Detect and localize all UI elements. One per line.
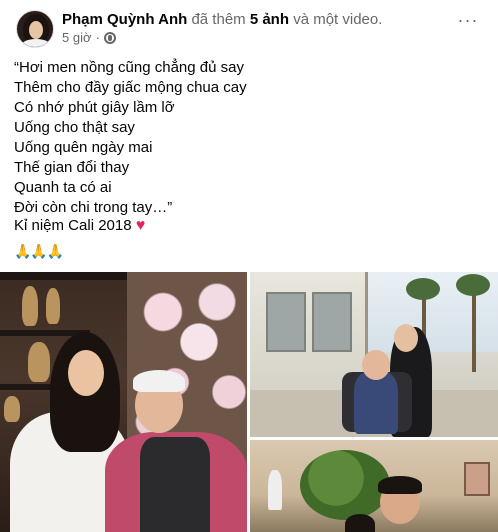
poem-line: Đời còn chi trong tay…”	[14, 199, 173, 216]
poem-line: Thêm cho đầy giấc mộng chua cay	[14, 79, 247, 96]
post-meta: 5 giờ ·	[62, 30, 116, 45]
facebook-post: Phạm Quỳnh Anh đã thêm 5 ảnh và một vide…	[0, 0, 498, 532]
photo-grid	[0, 272, 498, 532]
post-header: Phạm Quỳnh Anh đã thêm 5 ảnh và một vide…	[14, 8, 488, 48]
photo-1[interactable]	[0, 272, 247, 532]
globe-icon[interactable]	[103, 31, 116, 44]
action-prefix: đã thêm	[191, 11, 246, 28]
poem-line: Quanh ta có ai	[14, 179, 112, 196]
post-title-line: Phạm Quỳnh Anh đã thêm 5 ảnh và một vide…	[62, 11, 382, 28]
heart-icon: ♥	[135, 217, 146, 234]
more-options-button[interactable]: ···	[454, 11, 482, 34]
poem-line: Thế gian đổi thay	[14, 159, 130, 176]
poem-line: Uống quên ngày mai	[14, 139, 153, 156]
action-suffix: và một video.	[293, 11, 383, 28]
post-action: đã thêm 5 ảnh và một video.	[191, 11, 382, 28]
pray-emoji: 🙏🙏🙏	[14, 243, 64, 259]
memory-line: Kỉ niệm Cali 2018 ♥	[14, 216, 145, 236]
post-time[interactable]: 5 giờ	[62, 30, 92, 45]
meta-separator: ·	[95, 30, 100, 45]
poem-line: “Hơi men nồng cũng chẳng đủ say	[14, 59, 244, 76]
author-name[interactable]: Phạm Quỳnh Anh	[62, 11, 187, 28]
poem-line: Có nhớ phút giây lầm lỡ	[14, 99, 175, 116]
poem-line: Uống cho thật say	[14, 119, 135, 136]
action-count[interactable]: 5 ảnh	[250, 11, 289, 28]
post-text: “Hơi men nồng cũng chẳng đủ say Thêm cho…	[14, 58, 247, 218]
memory-text: Kỉ niệm Cali 2018	[14, 217, 132, 234]
photo-2[interactable]	[250, 272, 498, 437]
photo-3[interactable]	[250, 440, 498, 532]
author-avatar[interactable]	[16, 10, 54, 48]
